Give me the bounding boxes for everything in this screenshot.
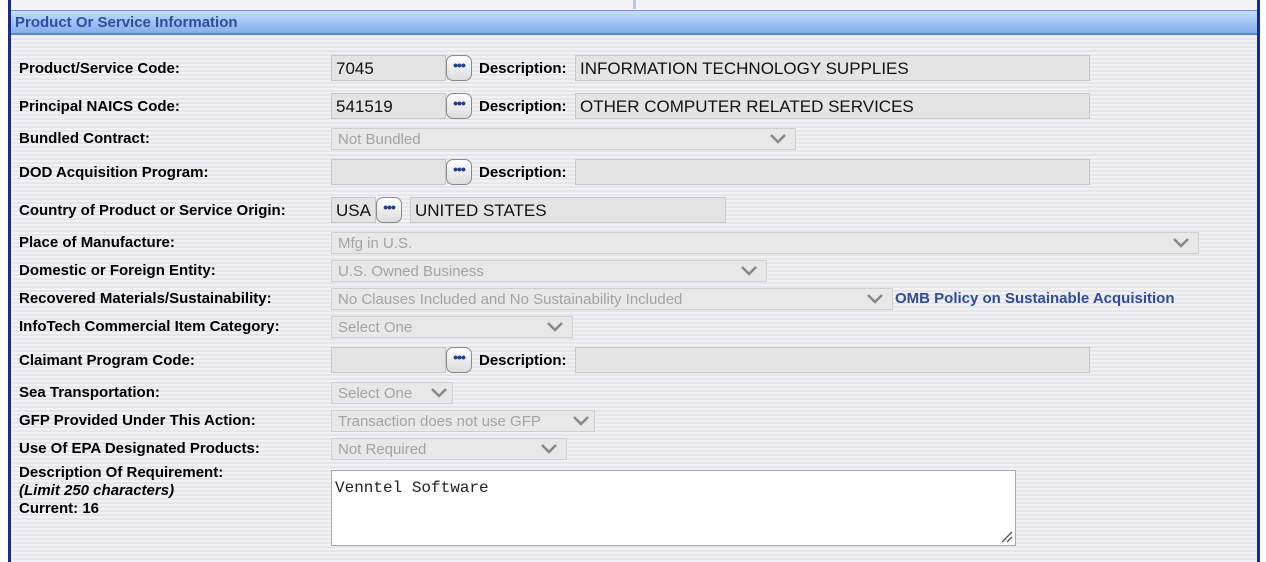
naics-label: Principal NAICS Code:: [19, 98, 180, 115]
domestic-selected-value: U.S. Owned Business: [338, 263, 484, 280]
resize-grip-icon[interactable]: [999, 529, 1013, 543]
place-select[interactable]: Mfg in U.S.: [331, 232, 1199, 254]
ellipsis-lookup-icon: •••: [383, 199, 396, 215]
sea-label: Sea Transportation:: [19, 384, 160, 401]
ellipsis-lookup-icon: •••: [453, 95, 466, 111]
requirement-current-count: Current: 16: [19, 500, 100, 517]
section-header: Product Or Service Information: [11, 10, 1257, 35]
dod-description-field: [575, 159, 1090, 185]
epa-label: Use Of EPA Designated Products:: [19, 440, 260, 457]
epa-select[interactable]: Not Required: [331, 438, 567, 460]
country-name-field: UNITED STATES: [410, 197, 726, 223]
dod-lookup-button[interactable]: •••: [446, 159, 472, 185]
recovered-selected-value: No Clauses Included and No Sustainabilit…: [338, 291, 683, 308]
dod-input[interactable]: [331, 159, 446, 185]
psc-input[interactable]: 7045: [331, 55, 446, 81]
dod-label: DOD Acquisition Program:: [19, 164, 209, 181]
requirement-textarea[interactable]: Venntel Software: [331, 470, 1016, 546]
omb-policy-link[interactable]: OMB Policy on Sustainable Acquisition: [895, 290, 1174, 307]
chevron-down-icon: [572, 414, 590, 428]
infotech-select[interactable]: Select One: [331, 316, 573, 338]
sea-selected-value: Select One: [338, 385, 413, 402]
domestic-select[interactable]: U.S. Owned Business: [331, 260, 767, 282]
requirement-label: Description Of Requirement:: [19, 464, 224, 481]
ellipsis-lookup-icon: •••: [453, 161, 466, 177]
psc-lookup-button[interactable]: •••: [446, 55, 472, 81]
naics-desc-label: Description:: [479, 98, 567, 115]
chevron-down-icon: [740, 264, 758, 278]
recovered-label: Recovered Materials/Sustainability:: [19, 290, 272, 307]
place-selected-value: Mfg in U.S.: [338, 235, 413, 252]
domestic-label: Domestic or Foreign Entity:: [19, 262, 216, 279]
chevron-down-icon: [769, 132, 787, 146]
epa-selected-value: Not Required: [338, 441, 427, 458]
claimant-description-field: [575, 347, 1090, 373]
claimant-desc-label: Description:: [479, 352, 567, 369]
claimant-label: Claimant Program Code:: [19, 352, 195, 369]
chevron-down-icon: [546, 320, 564, 334]
ellipsis-lookup-icon: •••: [453, 349, 466, 365]
claimant-input[interactable]: [331, 347, 446, 373]
naics-lookup-button[interactable]: •••: [446, 93, 472, 119]
dod-desc-label: Description:: [479, 164, 567, 181]
psc-desc-label: Description:: [479, 60, 567, 77]
form-frame: Product Or Service Information Product/S…: [8, 0, 1260, 562]
chevron-down-icon: [430, 386, 448, 400]
psc-label: Product/Service Code:: [19, 60, 180, 77]
recovered-select[interactable]: No Clauses Included and No Sustainabilit…: [331, 288, 893, 310]
requirement-label-block: Description Of Requirement: (Limit 250 c…: [19, 464, 223, 518]
bundled-selected-value: Not Bundled: [338, 131, 421, 148]
country-lookup-button[interactable]: •••: [376, 197, 402, 223]
sea-select[interactable]: Select One: [331, 382, 453, 404]
gfp-select[interactable]: Transaction does not use GFP: [331, 410, 595, 432]
naics-input[interactable]: 541519: [331, 93, 446, 119]
chevron-down-icon: [866, 292, 884, 306]
bundled-select[interactable]: Not Bundled: [331, 128, 796, 150]
infotech-selected-value: Select One: [338, 319, 413, 336]
gfp-selected-value: Transaction does not use GFP: [338, 413, 541, 430]
requirement-text: Venntel Software: [335, 479, 489, 497]
naics-description-field: OTHER COMPUTER RELATED SERVICES: [575, 93, 1090, 119]
gfp-label: GFP Provided Under This Action:: [19, 412, 256, 429]
country-label: Country of Product or Service Origin:: [19, 202, 286, 219]
place-label: Place of Manufacture:: [19, 234, 175, 251]
psc-description-field: INFORMATION TECHNOLOGY SUPPLIES: [575, 55, 1090, 81]
infotech-label: InfoTech Commercial Item Category:: [19, 318, 280, 335]
requirement-limit: (Limit 250 characters): [19, 482, 175, 499]
ellipsis-lookup-icon: •••: [453, 57, 466, 73]
top-divider: [633, 0, 636, 9]
country-code-input[interactable]: USA: [331, 197, 376, 223]
chevron-down-icon: [540, 442, 558, 456]
bundled-label: Bundled Contract:: [19, 130, 150, 147]
claimant-lookup-button[interactable]: •••: [446, 347, 472, 373]
chevron-down-icon: [1172, 236, 1190, 250]
